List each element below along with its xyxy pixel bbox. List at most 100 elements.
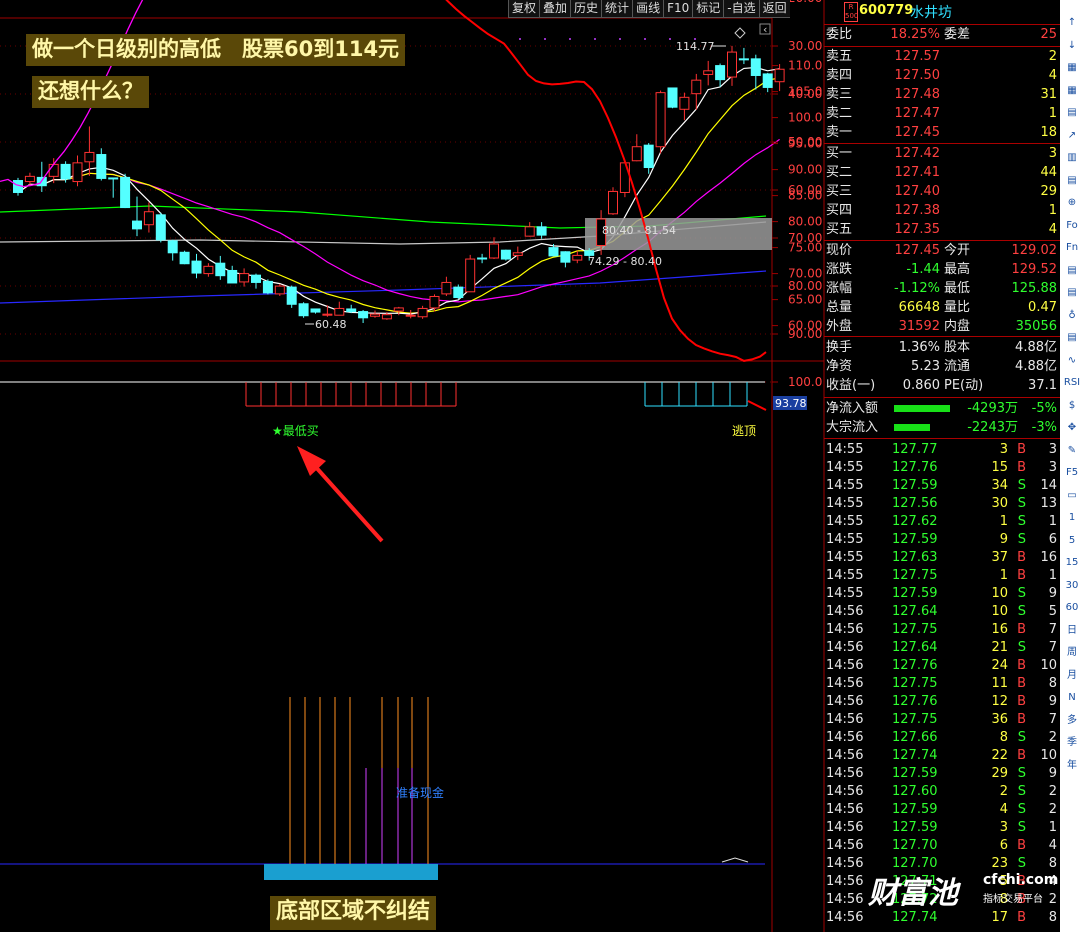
candle-body[interactable]: [239, 273, 250, 283]
side-tool-icon[interactable]: ↓: [1062, 37, 1082, 55]
side-tool-icon[interactable]: 多: [1062, 712, 1082, 730]
candle-body[interactable]: [477, 257, 488, 260]
candle-body[interactable]: [191, 260, 202, 274]
side-tool-icon[interactable]: ▤: [1062, 172, 1082, 190]
candle-body[interactable]: [429, 295, 440, 309]
candle-body[interactable]: [262, 280, 273, 294]
candle-body[interactable]: [215, 262, 226, 277]
side-tool-icon[interactable]: ▭: [1062, 487, 1082, 505]
candle-body[interactable]: [572, 254, 583, 261]
candle-body[interactable]: [24, 175, 35, 183]
ask-row[interactable]: 卖一 127.45 18: [824, 123, 1060, 142]
side-tool-icon[interactable]: Fo: [1062, 217, 1082, 235]
candle-body[interactable]: [310, 308, 321, 313]
candle-body[interactable]: [203, 265, 214, 275]
candle-body[interactable]: [738, 58, 749, 61]
bid-row[interactable]: 买四 127.38 1: [824, 201, 1060, 220]
candle-body[interactable]: [322, 313, 333, 316]
bid-row[interactable]: 买一 127.42 3: [824, 144, 1060, 163]
candle-body[interactable]: [524, 226, 535, 237]
side-tool-icon[interactable]: RSI: [1062, 374, 1082, 392]
candle-body[interactable]: [643, 144, 654, 169]
candle-body[interactable]: [548, 247, 559, 257]
ask-row[interactable]: 卖四 127.50 4: [824, 66, 1060, 85]
side-tool-icon[interactable]: 年: [1062, 757, 1082, 775]
stock-header[interactable]: R 500 600779 水井坊: [824, 0, 1060, 24]
side-tool-icon[interactable]: F5: [1062, 464, 1082, 482]
side-tool-icon[interactable]: 1: [1062, 509, 1082, 527]
side-tool-icon[interactable]: ⊕: [1062, 194, 1082, 212]
candle-body[interactable]: [227, 269, 238, 284]
candle-body[interactable]: [167, 240, 178, 254]
candle-body[interactable]: [48, 163, 59, 177]
candle-body[interactable]: [84, 151, 95, 163]
toolbar-mark-button[interactable]: 标记: [692, 0, 724, 18]
side-tool-icon[interactable]: 60: [1062, 599, 1082, 617]
candle-body[interactable]: [465, 258, 476, 293]
bid-row[interactable]: 买二 127.41 44: [824, 163, 1060, 182]
side-tool-icon[interactable]: N: [1062, 689, 1082, 707]
candle-body[interactable]: [417, 307, 428, 318]
candle-body[interactable]: [512, 252, 523, 256]
candle-body[interactable]: [274, 285, 285, 295]
side-tool-icon[interactable]: $: [1062, 397, 1082, 415]
candle-body[interactable]: [108, 177, 119, 180]
side-tool-icon[interactable]: ▥: [1062, 149, 1082, 167]
side-tool-icon[interactable]: ▦: [1062, 59, 1082, 77]
candle-body[interactable]: [286, 286, 297, 305]
side-tool-icon[interactable]: ↑: [1062, 14, 1082, 32]
side-tool-icon[interactable]: ▤: [1062, 262, 1082, 280]
candle-body[interactable]: [631, 146, 642, 162]
candle-body[interactable]: [715, 65, 726, 81]
ask-row[interactable]: 卖五 127.57 2: [824, 47, 1060, 66]
candle-body[interactable]: [381, 314, 392, 320]
side-tool-icon[interactable]: ♁: [1062, 307, 1082, 325]
side-tool-icon[interactable]: 15: [1062, 554, 1082, 572]
candle-body[interactable]: [393, 307, 404, 312]
candle-body[interactable]: [727, 51, 737, 78]
side-tool-icon[interactable]: 周: [1062, 644, 1082, 662]
candle-body[interactable]: [358, 311, 369, 319]
toolbar-watchlist-button[interactable]: -自选: [723, 0, 759, 18]
candle-body[interactable]: [120, 176, 131, 209]
bid-row[interactable]: 买五 127.35 4: [824, 220, 1060, 239]
candle-body[interactable]: [132, 220, 142, 230]
side-tool-icon[interactable]: ✎: [1062, 442, 1082, 460]
candle-body[interactable]: [60, 163, 71, 180]
candle-body[interactable]: [655, 92, 666, 148]
candle-body[interactable]: [691, 79, 702, 95]
candle-body[interactable]: [346, 308, 357, 313]
oscillator-panel[interactable]: ★最低买 逃顶准备现金: [0, 0, 767, 880]
candle-body[interactable]: [536, 226, 547, 236]
candle-body[interactable]: [179, 251, 190, 265]
side-tool-icon[interactable]: ▤: [1062, 284, 1082, 302]
candle-body[interactable]: [489, 243, 499, 259]
ask-row[interactable]: 卖三 127.48 31: [824, 85, 1060, 104]
candle-body[interactable]: [750, 58, 761, 76]
side-tool-icon[interactable]: ▦: [1062, 82, 1082, 100]
side-tool-icon[interactable]: ✥: [1062, 419, 1082, 437]
toolbar-back-button[interactable]: 返回: [758, 0, 790, 18]
side-tool-icon[interactable]: 日: [1062, 622, 1082, 640]
candle-body[interactable]: [774, 68, 785, 83]
candle-body[interactable]: [72, 162, 83, 183]
candle-body[interactable]: [155, 214, 166, 241]
side-tool-icon[interactable]: ▤: [1062, 104, 1082, 122]
candle-body[interactable]: [96, 154, 107, 179]
toolbar-f10-button[interactable]: F10: [663, 0, 693, 18]
candle-body[interactable]: [619, 162, 630, 193]
candle-body[interactable]: [370, 313, 380, 317]
candle-body[interactable]: [560, 251, 571, 263]
toolbar-draw-button[interactable]: 画线: [632, 0, 664, 18]
bid-row[interactable]: 买三 127.40 29: [824, 182, 1060, 201]
candle-body[interactable]: [679, 96, 690, 110]
candle-body[interactable]: [500, 249, 511, 260]
toolbar-fuquan-button[interactable]: 复权: [508, 0, 540, 18]
candle-body[interactable]: [143, 211, 154, 226]
candle-body[interactable]: [405, 314, 416, 317]
toolbar-history-button[interactable]: 历史: [570, 0, 602, 18]
candle-body[interactable]: [298, 303, 309, 317]
side-tool-icon[interactable]: 5: [1062, 532, 1082, 550]
side-tool-icon[interactable]: 30: [1062, 577, 1082, 595]
candle-body[interactable]: [441, 281, 452, 295]
